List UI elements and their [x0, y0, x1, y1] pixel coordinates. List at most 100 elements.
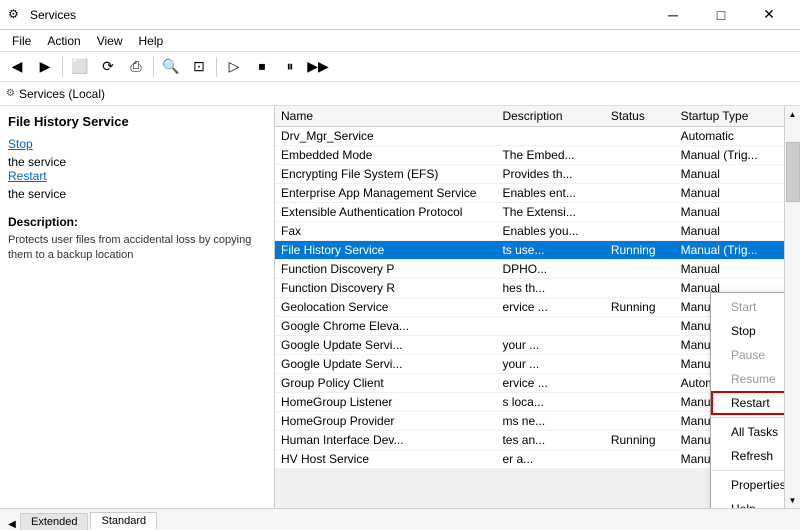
cell-status	[605, 336, 675, 355]
cell-name: Group Policy Client	[275, 374, 496, 393]
table-scroll[interactable]: Name Description Status Startup Type Drv…	[275, 106, 784, 508]
toolbar-start[interactable]: ▷	[221, 55, 247, 79]
table-row[interactable]: Enterprise App Management Service Enable…	[275, 184, 784, 203]
table-row[interactable]: Drv_Mgr_Service Automatic	[275, 127, 784, 146]
table-row[interactable]: Function Discovery P DPHO... Manual	[275, 260, 784, 279]
table-row[interactable]: Embedded Mode The Embed... Manual (Trig.…	[275, 146, 784, 165]
table-row[interactable]: HomeGroup Provider ms ne... Manual (Trig…	[275, 412, 784, 431]
cell-name: HomeGroup Provider	[275, 412, 496, 431]
cell-name: Fax	[275, 222, 496, 241]
cell-status	[605, 355, 675, 374]
tab-extended[interactable]: Extended	[20, 513, 88, 530]
toolbar-restart-btn[interactable]: ▶▶	[305, 55, 331, 79]
cell-name: Google Chrome Eleva...	[275, 317, 496, 336]
tab-standard[interactable]: Standard	[90, 512, 157, 530]
cell-desc: Enables ent...	[496, 184, 604, 203]
restart-service-link[interactable]: Restart	[8, 169, 266, 183]
context-menu-item-start: Start	[711, 295, 784, 319]
col-name[interactable]: Name	[275, 106, 496, 127]
cell-startup: Manual	[675, 222, 784, 241]
content-area: Name Description Status Startup Type Drv…	[275, 106, 784, 508]
services-table: Name Description Status Startup Type Drv…	[275, 106, 784, 469]
cell-desc: Enables you...	[496, 222, 604, 241]
cell-status	[605, 184, 675, 203]
table-row[interactable]: Encrypting File System (EFS) Provides th…	[275, 165, 784, 184]
context-menu-item-all-tasks[interactable]: All Tasks▶	[711, 420, 784, 444]
menu-action[interactable]: Action	[39, 32, 88, 50]
table-row[interactable]: Extensible Authentication Protocol The E…	[275, 203, 784, 222]
cell-name: Function Discovery R	[275, 279, 496, 298]
scroll-thumb[interactable]	[786, 142, 800, 202]
cell-status	[605, 222, 675, 241]
cell-desc: The Extensi...	[496, 203, 604, 222]
cell-name: Geolocation Service	[275, 298, 496, 317]
cell-status	[605, 279, 675, 298]
context-menu-item-stop[interactable]: Stop	[711, 319, 784, 343]
cell-startup: Manual	[675, 184, 784, 203]
toolbar-pause[interactable]: ⏸	[277, 55, 303, 79]
toolbar-refresh[interactable]: ⟳	[95, 55, 121, 79]
table-row[interactable]: HV Host Service er a... Manual (Trig...	[275, 450, 784, 469]
cell-desc	[496, 127, 604, 146]
service-title: File History Service	[8, 114, 266, 129]
menu-help[interactable]: Help	[131, 32, 172, 50]
context-menu-item-refresh[interactable]: Refresh	[711, 444, 784, 468]
context-menu-sep	[711, 417, 784, 418]
table-row[interactable]: Geolocation Service ervice ... Running M…	[275, 298, 784, 317]
toolbar-back[interactable]: ◀	[4, 55, 30, 79]
panels-row: File History Service Stop the service Re…	[0, 106, 800, 508]
scrollbar-vertical[interactable]: ▲ ▼	[784, 106, 800, 508]
window-controls: ─ □ ✕	[650, 3, 792, 27]
table-row[interactable]: Google Update Servi... your ... Manual	[275, 355, 784, 374]
table-row[interactable]: Fax Enables you... Manual	[275, 222, 784, 241]
close-button[interactable]: ✕	[746, 3, 792, 27]
maximize-button[interactable]: □	[698, 3, 744, 27]
context-menu-item-restart[interactable]: Restart	[711, 391, 784, 415]
scroll-up[interactable]: ▲	[786, 106, 800, 122]
table-row[interactable]: File History Service ts use... Running M…	[275, 241, 784, 260]
context-menu-item-properties[interactable]: Properties	[711, 473, 784, 497]
context-menu-item-resume: Resume	[711, 367, 784, 391]
context-menu-item-help[interactable]: Help	[711, 497, 784, 508]
cell-name: Function Discovery P	[275, 260, 496, 279]
toolbar-show-hide[interactable]: ⬜	[67, 55, 93, 79]
minimize-button[interactable]: ─	[650, 3, 696, 27]
cell-desc: ervice ...	[496, 298, 604, 317]
menu-file[interactable]: File	[4, 32, 39, 50]
app-icon: ⚙	[8, 7, 24, 23]
cell-desc	[496, 317, 604, 336]
cell-status: Running	[605, 241, 675, 260]
cell-desc: tes an...	[496, 431, 604, 450]
cell-name: Google Update Servi...	[275, 336, 496, 355]
cell-desc: er a...	[496, 450, 604, 469]
context-menu-sep	[711, 470, 784, 471]
scroll-left-tab[interactable]: ◀	[4, 519, 20, 530]
toolbar-properties[interactable]: 🔍	[158, 55, 184, 79]
table-row[interactable]: Function Discovery R hes th... Manual	[275, 279, 784, 298]
window-title: Services	[30, 8, 650, 22]
table-row[interactable]: Human Interface Dev... tes an... Running…	[275, 431, 784, 450]
menu-view[interactable]: View	[89, 32, 131, 50]
table-row[interactable]: Google Update Servi... your ... Manual	[275, 336, 784, 355]
toolbar-help-btn[interactable]: ⊡	[186, 55, 212, 79]
table-row[interactable]: Google Chrome Eleva... Manual	[275, 317, 784, 336]
scroll-down[interactable]: ▼	[786, 492, 800, 508]
cell-startup: Manual (Trig...	[675, 146, 784, 165]
cell-desc: hes th...	[496, 279, 604, 298]
toolbar-stop[interactable]: ⏹	[249, 55, 275, 79]
col-startup[interactable]: Startup Type	[675, 106, 784, 127]
table-row[interactable]: Group Policy Client ervice ... Automatic…	[275, 374, 784, 393]
toolbar-export[interactable]: ⎙	[123, 55, 149, 79]
cell-startup: Manual	[675, 260, 784, 279]
toolbar-forward[interactable]: ▶	[32, 55, 58, 79]
table-row[interactable]: HomeGroup Listener s loca... Manual	[275, 393, 784, 412]
cell-name: HomeGroup Listener	[275, 393, 496, 412]
col-status[interactable]: Status	[605, 106, 675, 127]
cell-status	[605, 146, 675, 165]
cell-name: Human Interface Dev...	[275, 431, 496, 450]
cell-desc: s loca...	[496, 393, 604, 412]
description-label: Description:	[8, 215, 266, 229]
cell-status	[605, 393, 675, 412]
col-desc[interactable]: Description	[496, 106, 604, 127]
stop-service-link[interactable]: Stop	[8, 137, 266, 151]
